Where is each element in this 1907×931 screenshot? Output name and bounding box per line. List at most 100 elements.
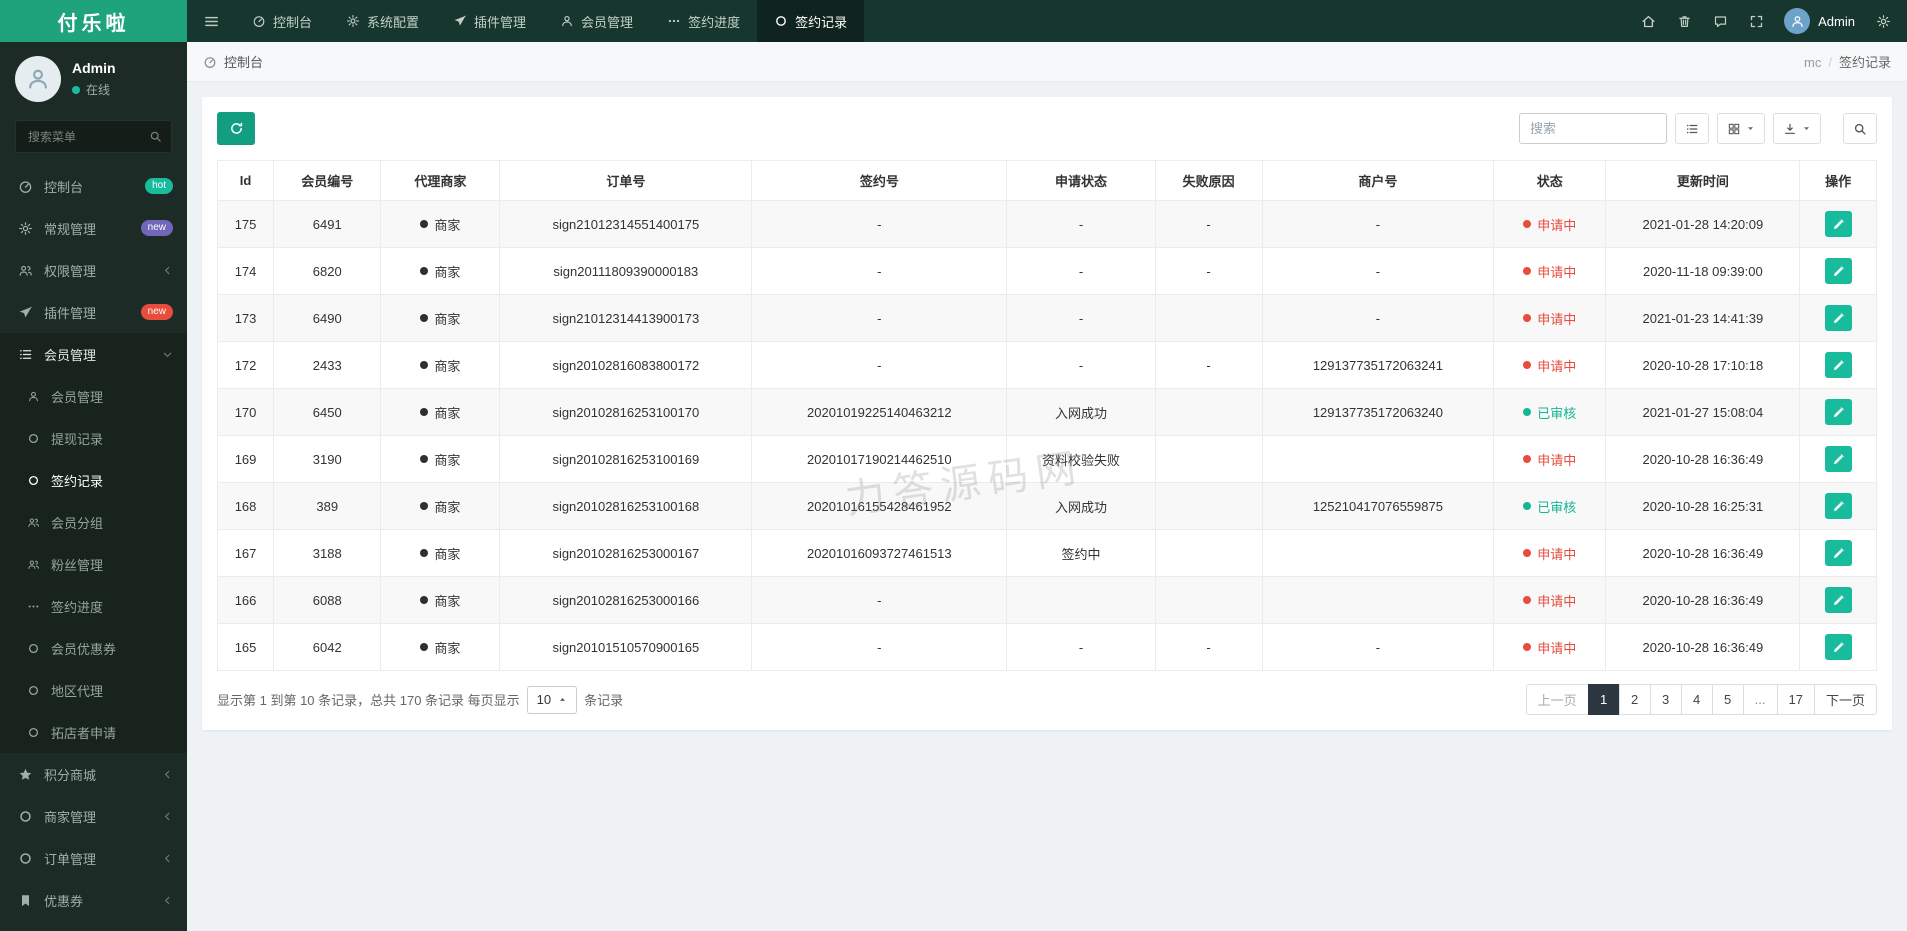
page-next-button[interactable]: 下一页: [1813, 684, 1877, 715]
edit-button[interactable]: [1824, 211, 1852, 237]
sidebar-item-coupon[interactable]: 优惠券: [0, 879, 187, 921]
fullscreen-button[interactable]: [1738, 0, 1774, 42]
home-button[interactable]: [1630, 0, 1666, 42]
sidebar-item-auth[interactable]: 权限管理: [0, 249, 187, 291]
sidebar-item-score-mall[interactable]: 积分商城: [0, 753, 187, 795]
merchant-dot-icon: [420, 267, 429, 275]
sidebar-subitem-sign-progress[interactable]: 签约进度: [0, 585, 187, 627]
edit-icon: [1832, 312, 1845, 325]
edit-button[interactable]: [1824, 399, 1852, 425]
column-header[interactable]: Id: [216, 160, 275, 201]
top-nav-label: 签约记录: [795, 14, 848, 30]
edit-button[interactable]: [1824, 305, 1852, 331]
sidebar-subitem-withdraw-log[interactable]: 提现记录: [0, 417, 187, 459]
column-header[interactable]: 更新时间: [1605, 160, 1801, 201]
table-search: [1519, 113, 1667, 144]
advanced-search-button[interactable]: [1843, 113, 1877, 144]
column-header[interactable]: 会员编号: [273, 160, 382, 201]
edit-button[interactable]: [1824, 446, 1852, 472]
refresh-button[interactable]: [217, 112, 255, 145]
edit-button[interactable]: [1824, 493, 1852, 519]
sidebar-subitem-fans[interactable]: 粉丝管理: [0, 543, 187, 585]
page-number-button[interactable]: 17: [1776, 684, 1815, 715]
cell-updated: 2021-01-27 15:08:04: [1605, 388, 1801, 436]
edit-button[interactable]: [1824, 540, 1852, 566]
column-header[interactable]: 商户号: [1261, 160, 1495, 201]
sidebar-subitem-shop-apply[interactable]: 拓店者申请: [0, 711, 187, 753]
user-icon: [27, 390, 40, 403]
top-nav-user[interactable]: 会员管理: [543, 0, 650, 42]
page-size-select[interactable]: 10: [526, 685, 578, 714]
cell-updated: 2021-01-23 14:41:39: [1605, 294, 1801, 342]
cell-sign-no: 20201017190214462510: [751, 435, 1008, 483]
merchant-dot-icon: [420, 455, 429, 463]
columns-toggle-button[interactable]: [1675, 113, 1709, 144]
sidebar-item-label: 会员管理: [44, 347, 97, 363]
menu-toggle-button[interactable]: [187, 0, 235, 42]
breadcrumb-trail: mc / 签约记录: [1804, 52, 1891, 71]
status-dot-icon: [1523, 361, 1532, 369]
cell-operate: [1799, 341, 1877, 389]
column-header[interactable]: 代理商家: [380, 160, 501, 201]
sidebar-item-user[interactable]: 会员管理: [0, 333, 187, 375]
sidebar-subitem-user[interactable]: 会员管理: [0, 375, 187, 417]
edit-button[interactable]: [1824, 258, 1852, 284]
top-nav-addon[interactable]: 插件管理: [436, 0, 543, 42]
circle-icon: [27, 684, 40, 697]
top-nav-dashboard[interactable]: 控制台: [235, 0, 329, 42]
edit-button[interactable]: [1824, 634, 1852, 660]
table-body: 175 6491 商家 sign21012314551400175- - - - 申请中 202…: [216, 200, 1877, 671]
user-avatar[interactable]: [15, 56, 61, 102]
breadcrumb-home[interactable]: 控制台: [203, 52, 263, 71]
merchant-dot-icon: [420, 361, 429, 369]
edit-button[interactable]: [1824, 352, 1852, 378]
cell-apply-status: 入网成功: [1006, 388, 1156, 436]
page-number-button[interactable]: 3: [1649, 684, 1682, 715]
sidebar-subitem-user-group[interactable]: 会员分组: [0, 501, 187, 543]
message-button[interactable]: [1702, 0, 1738, 42]
fullscreen-icon: [1749, 14, 1764, 29]
sidebar-item-merchant[interactable]: 商家管理: [0, 795, 187, 837]
merchant-dot-icon: [420, 643, 429, 651]
sidebar-subitem-user-coupon[interactable]: 会员优惠券: [0, 627, 187, 669]
page-number-button[interactable]: 4: [1680, 684, 1713, 715]
edit-button[interactable]: [1824, 587, 1852, 613]
circle-icon: [27, 432, 40, 445]
cell-merchant-no: [1261, 576, 1495, 624]
top-nav-sign-log[interactable]: 签约记录: [757, 0, 865, 42]
column-header[interactable]: 失败原因: [1154, 160, 1263, 201]
cell-updated: 2020-10-28 16:36:49: [1605, 435, 1801, 483]
page-number-button[interactable]: 5: [1711, 684, 1744, 715]
view-dropdown-button[interactable]: [1717, 113, 1765, 144]
top-nav-config[interactable]: 系统配置: [329, 0, 436, 42]
brand-logo[interactable]: 付乐啦: [0, 0, 187, 42]
sidebar-item-dashboard[interactable]: 控制台 hot: [0, 165, 187, 207]
page-number-button[interactable]: 2: [1618, 684, 1651, 715]
column-header[interactable]: 状态: [1493, 160, 1607, 201]
settings-button[interactable]: [1865, 0, 1901, 42]
sidebar-item-order[interactable]: 订单管理: [0, 837, 187, 879]
cell-fail-reason: -: [1154, 200, 1263, 248]
sidebar-item-addon[interactable]: 插件管理 new: [0, 291, 187, 333]
cell-member-no: 6820: [273, 247, 382, 295]
export-dropdown-button[interactable]: [1773, 113, 1821, 144]
table-search-input[interactable]: [1519, 113, 1667, 144]
sidebar-subitem-label: 会员分组: [51, 515, 104, 531]
column-header[interactable]: 操作: [1799, 160, 1877, 201]
trash-button[interactable]: [1666, 0, 1702, 42]
topbar-user-menu[interactable]: Admin: [1774, 8, 1865, 34]
column-header[interactable]: 订单号: [499, 160, 753, 201]
page-prev-button[interactable]: 上一页: [1525, 684, 1589, 715]
top-nav-sign-progress[interactable]: 签约进度: [650, 0, 757, 42]
column-header[interactable]: 申请状态: [1006, 160, 1156, 201]
page-number-button[interactable]: 1: [1587, 684, 1620, 715]
submenu-user: 会员管理 提现记录 签约记录会员分组粉丝管理 签约进度 会员优惠券 地区代理 拓店者申请: [0, 375, 187, 753]
sidebar-item-general[interactable]: 常规管理 new: [0, 207, 187, 249]
dashboard-icon: [203, 55, 217, 69]
sidebar-subitem-area-agent[interactable]: 地区代理: [0, 669, 187, 711]
cell-id: 174: [216, 247, 275, 295]
column-header[interactable]: 签约号: [751, 160, 1008, 201]
cell-sign-no: -: [751, 247, 1008, 295]
sidebar-item-label: 积分商城: [44, 767, 97, 783]
sidebar-subitem-sign-log[interactable]: 签约记录: [0, 459, 187, 501]
